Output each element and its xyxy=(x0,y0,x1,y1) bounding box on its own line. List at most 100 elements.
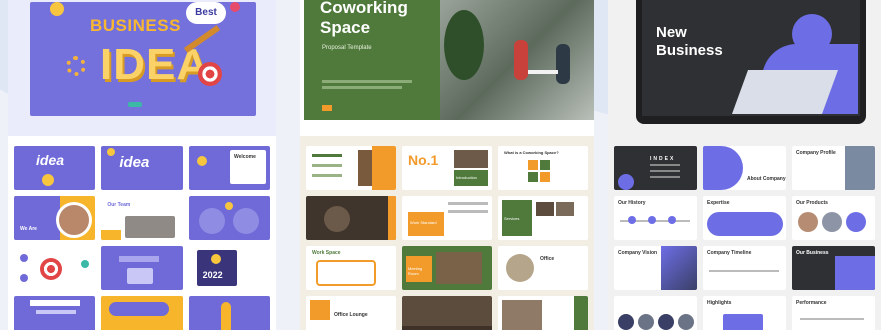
slide-thumbnail[interactable] xyxy=(14,296,96,330)
slide-thumbnail[interactable]: idea xyxy=(14,146,96,190)
thumb-title: About Company xyxy=(747,176,786,182)
grid-cell xyxy=(540,160,550,170)
hero-subtitle: Proposal Template xyxy=(322,45,372,51)
slide-thumbnail[interactable]: Company Profile xyxy=(792,146,875,190)
thumb-title: Office xyxy=(540,256,555,262)
slide-thumbnail[interactable]: idea xyxy=(101,146,183,190)
slide-thumbnail[interactable]: No.1 Introduction xyxy=(402,146,492,190)
slide-thumbnail[interactable]: Office xyxy=(498,246,588,290)
timeline-dot xyxy=(648,216,656,224)
slide-thumbnail[interactable] xyxy=(402,296,492,330)
photo-block xyxy=(502,300,542,330)
slide-thumbnail[interactable]: Welcome xyxy=(188,146,270,190)
rocket-icon xyxy=(220,302,231,330)
orange-block: Meeting Room xyxy=(406,256,432,282)
slide-thumbnail[interactable]: Our History xyxy=(614,196,697,240)
template-card-coworking-space[interactable]: Coworking Space Proposal Template No.1 I… xyxy=(300,0,594,330)
thumb-title: Welcome xyxy=(234,154,256,160)
slide-thumbnail[interactable]: Our Team xyxy=(101,196,183,240)
photo-block xyxy=(454,150,488,168)
target-icon xyxy=(198,62,222,86)
thumb-title: idea xyxy=(36,152,65,168)
photo-circle xyxy=(822,212,842,232)
slide-thumbnail[interactable]: Work Standard xyxy=(402,196,492,240)
photo-block xyxy=(536,202,554,216)
person-shape xyxy=(514,40,528,80)
pill-shape xyxy=(707,212,783,236)
template-card-business-idea[interactable]: BUSINESS Best IDEA idea idea Welcome We … xyxy=(8,0,276,330)
dot-icon xyxy=(230,2,240,12)
text-line xyxy=(312,164,342,167)
photo-block xyxy=(436,252,482,284)
slide-thumbnail[interactable] xyxy=(498,296,588,330)
thumb-title: Company Timeline xyxy=(707,250,752,256)
dot-icon xyxy=(20,254,28,262)
panel xyxy=(14,196,60,240)
thumb-title: Performance xyxy=(796,300,827,306)
slide-thumbnail[interactable]: Services xyxy=(498,196,588,240)
circle-shape xyxy=(198,208,225,234)
text-line xyxy=(30,300,80,306)
photo-circle xyxy=(678,314,694,330)
slide-thumbnail[interactable]: 2022 xyxy=(188,246,270,290)
slide-thumbnail[interactable]: Company Timeline xyxy=(703,246,786,290)
arc-shape xyxy=(703,146,743,190)
hand-photo xyxy=(731,70,839,114)
slide-thumbnail[interactable] xyxy=(101,296,183,330)
slide-thumbnail[interactable]: Company Vision xyxy=(614,246,697,290)
slide-thumbnail[interactable]: Expertise xyxy=(703,196,786,240)
slide-thumbnail[interactable]: INDEX xyxy=(614,146,697,190)
photo-circle xyxy=(846,212,866,232)
plant-shape xyxy=(444,10,484,80)
slide-thumbnail[interactable] xyxy=(188,196,270,240)
grid-cell xyxy=(528,172,538,182)
grid-cell xyxy=(528,160,538,170)
slide-thumbnail[interactable] xyxy=(188,296,270,330)
thumb-title: Highlights xyxy=(707,300,732,306)
slide-thumbnail[interactable] xyxy=(306,196,396,240)
slide-thumbnail[interactable]: Highlights xyxy=(703,296,786,330)
thumb-title: Company Vision xyxy=(618,250,658,256)
hero-title: Coworking Space xyxy=(320,0,408,37)
slide-thumbnail[interactable]: Our Business xyxy=(792,246,875,290)
slide-thumbnail[interactable]: We Are xyxy=(14,196,96,240)
dot-icon xyxy=(81,260,90,268)
orange-block: Work Standard xyxy=(408,212,444,236)
thumb-title: Office Lounge xyxy=(334,312,368,318)
slide-thumbnail[interactable] xyxy=(14,246,96,290)
thumbnail-grid: No.1 Introduction What is a Coworking Sp… xyxy=(306,146,588,330)
hero-title-business: BUSINESS xyxy=(90,16,181,35)
hero-title: New Business xyxy=(656,24,723,59)
lightbulb-icon xyxy=(210,254,221,264)
orange-strip xyxy=(388,196,396,240)
thumb-label: Work Standard xyxy=(410,220,437,225)
green-strip xyxy=(574,296,588,330)
slide-thumbnail[interactable]: About Company xyxy=(703,146,786,190)
text-line xyxy=(650,176,680,178)
orange-block xyxy=(310,300,330,320)
welcome-panel: Welcome xyxy=(230,150,266,184)
slide-thumbnail[interactable]: Work Space xyxy=(306,246,396,290)
grid-cell xyxy=(540,172,550,182)
thumb-label: Introduction xyxy=(456,175,477,180)
photo-circle xyxy=(506,254,534,282)
timeline-dot xyxy=(628,216,636,224)
tablet-frame: New Business xyxy=(636,0,866,124)
text-line xyxy=(448,202,488,205)
text-line xyxy=(36,310,76,314)
lightbulb-icon xyxy=(42,174,54,186)
slide-thumbnail[interactable]: Our Products xyxy=(792,196,875,240)
text-line xyxy=(312,154,342,157)
slide-thumbnail[interactable]: Meeting Room xyxy=(402,246,492,290)
slide-thumbnail[interactable] xyxy=(306,146,396,190)
slide-thumbnail[interactable]: Performance xyxy=(792,296,875,330)
text-line xyxy=(119,256,160,262)
arc-shape xyxy=(835,256,875,290)
slide-thumbnail[interactable]: Office Lounge xyxy=(306,296,396,330)
template-card-new-business[interactable]: New Business INDEX About Company Company… xyxy=(608,0,881,330)
hero-bubble: Best xyxy=(186,2,226,24)
slide-thumbnail[interactable] xyxy=(101,246,183,290)
circle-shape xyxy=(232,208,259,234)
slide-thumbnail[interactable]: What is a Coworking Space? xyxy=(498,146,588,190)
slide-thumbnail[interactable] xyxy=(614,296,697,330)
